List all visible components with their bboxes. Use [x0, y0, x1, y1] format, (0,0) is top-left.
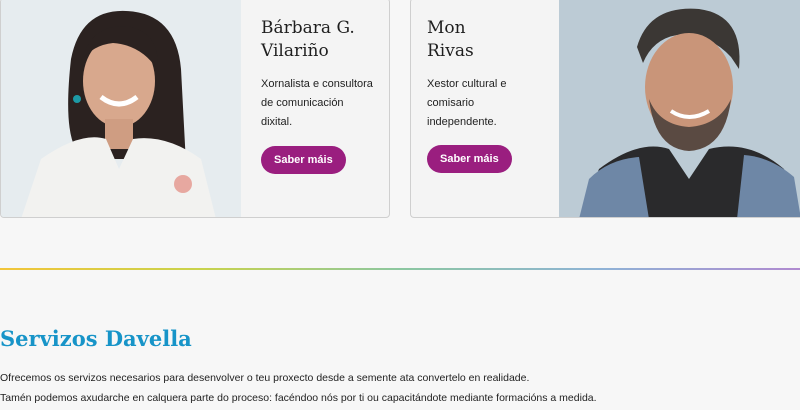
portrait-image [1, 0, 241, 217]
person-card-mon: Mon Rivas Xestor cultural e comisario in… [410, 0, 800, 218]
person-bio-line: Xestor cultural e [427, 78, 507, 90]
person-bio-line: comisario [427, 97, 475, 109]
services-text-line: Tamén podemos axudarche en calquera part… [0, 392, 597, 404]
services-text-line: Ofrecemos os servizos necesarios para de… [0, 372, 530, 384]
person-bio-line: independente. [427, 116, 497, 128]
person-name-line: Bárbara G. [261, 18, 355, 38]
saber-mais-button[interactable]: Saber máis [261, 146, 346, 174]
person-photo-barbara [1, 0, 241, 217]
person-bio-line: de comunicación [261, 97, 344, 109]
person-name: Mon Rivas [427, 17, 552, 63]
person-bio: Xornalista e consultora de comunicación … [261, 75, 386, 132]
person-bio: Xestor cultural e comisario independente… [427, 75, 552, 132]
portrait-image [559, 0, 800, 217]
person-bio-line: Xornalista e consultora [261, 78, 373, 90]
person-bio-line: dixital. [261, 116, 293, 128]
services-title: Servizos Davella [0, 326, 192, 351]
person-photo-mon [559, 0, 800, 217]
person-info: Bárbara G. Vilariño Xornalista e consult… [261, 0, 386, 174]
person-card-barbara: Bárbara G. Vilariño Xornalista e consult… [0, 0, 390, 218]
person-name-line: Mon [427, 18, 466, 38]
person-name-line: Rivas [427, 41, 474, 61]
person-info: Mon Rivas Xestor cultural e comisario in… [427, 0, 552, 173]
gradient-divider [0, 268, 800, 270]
person-name-line: Vilariño [261, 41, 329, 61]
person-name: Bárbara G. Vilariño [261, 17, 386, 63]
saber-mais-button[interactable]: Saber máis [427, 145, 512, 173]
